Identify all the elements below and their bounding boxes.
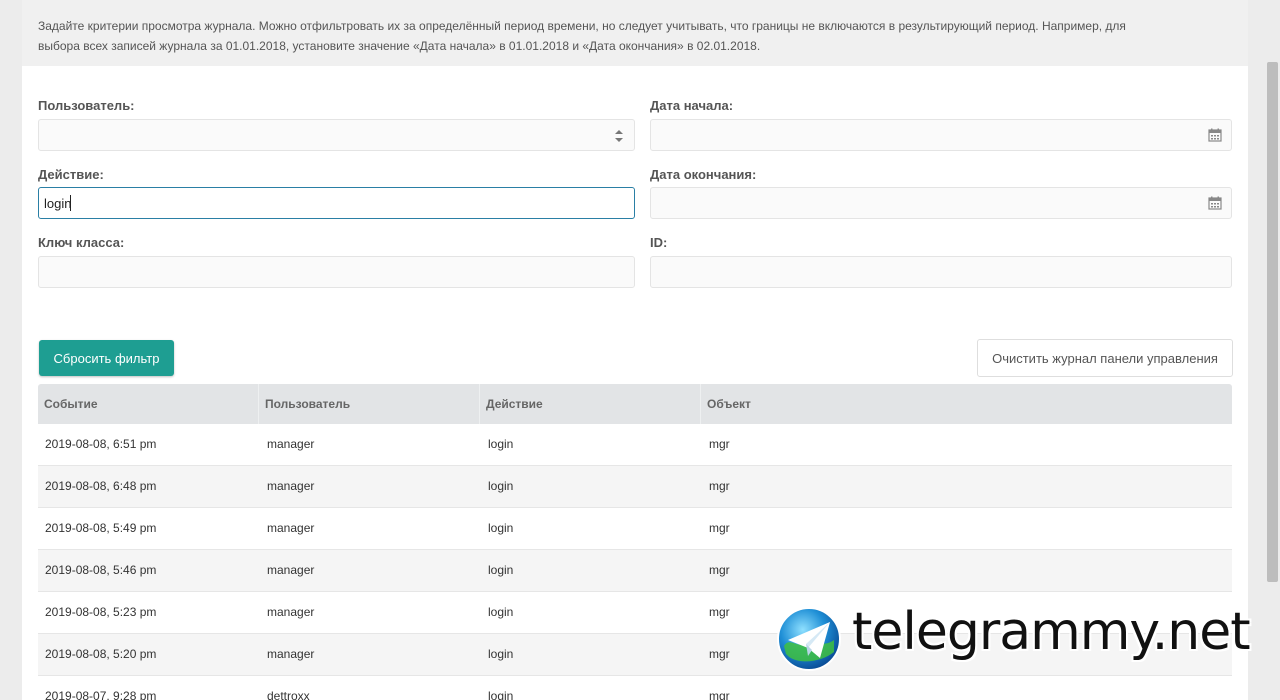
cell-object: mgr [709, 563, 730, 577]
table-row[interactable]: 2019-08-08, 5:49 pm manager login mgr [38, 508, 1232, 550]
action-input[interactable]: login [38, 187, 635, 219]
action-input-value: login [44, 196, 72, 211]
log-panel: Задайте критерии просмотра журнала. Можн… [22, 0, 1248, 700]
cell-user: manager [267, 437, 315, 451]
table-row[interactable]: 2019-08-08, 6:51 pm manager login mgr [38, 424, 1232, 466]
cell-event: 2019-08-08, 5:49 pm [45, 521, 157, 535]
cell-action: login [488, 479, 514, 493]
cell-event: 2019-08-07, 9:28 pm [45, 689, 157, 700]
id-input[interactable] [650, 256, 1232, 288]
cell-object: mgr [709, 479, 730, 493]
intro-line-2: выбора всех записей журнала за 01.01.201… [38, 39, 761, 53]
cell-user: manager [267, 479, 315, 493]
cell-action: login [488, 437, 514, 451]
page-scrollbar[interactable] [1264, 0, 1280, 700]
cell-event: 2019-08-08, 5:20 pm [45, 647, 157, 661]
cell-object: mgr [709, 689, 730, 700]
cell-user: dettroxx [267, 689, 310, 700]
cell-object: mgr [709, 521, 730, 535]
table-row[interactable]: 2019-08-08, 5:46 pm manager login mgr [38, 550, 1232, 592]
cell-action: login [488, 689, 514, 700]
class-key-input[interactable] [38, 256, 635, 288]
id-label: ID: [650, 235, 668, 250]
cell-action: login [488, 605, 514, 619]
watermark-text: telegrammy.net [852, 602, 1251, 662]
class-key-label: Ключ класса: [38, 235, 125, 250]
cell-action: login [488, 647, 514, 661]
table-row[interactable]: 2019-08-07, 9:28 pm dettroxx login mgr [38, 676, 1232, 700]
cell-action: login [488, 521, 514, 535]
user-label: Пользователь: [38, 98, 135, 113]
paper-plane-globe-icon [777, 607, 841, 671]
cell-event: 2019-08-08, 5:23 pm [45, 605, 157, 619]
cell-user: manager [267, 563, 315, 577]
cell-event: 2019-08-08, 6:51 pm [45, 437, 157, 451]
calendar-icon[interactable] [1208, 196, 1222, 210]
column-header-object[interactable]: Объект [701, 384, 1232, 424]
table-row[interactable]: 2019-08-08, 6:48 pm manager login mgr [38, 466, 1232, 508]
action-label: Действие: [38, 167, 104, 182]
column-header-event[interactable]: Событие [38, 384, 259, 424]
cell-object: mgr [709, 437, 730, 451]
scrollbar-thumb[interactable] [1267, 62, 1278, 582]
cell-user: manager [267, 647, 315, 661]
updown-arrows-icon [615, 130, 623, 142]
date-end-input[interactable] [650, 187, 1232, 219]
cell-event: 2019-08-08, 5:46 pm [45, 563, 157, 577]
text-cursor [70, 195, 71, 211]
cell-user: manager [267, 521, 315, 535]
intro-line-1: Задайте критерии просмотра журнала. Можн… [38, 19, 1126, 33]
date-end-label: Дата окончания: [650, 167, 757, 182]
column-header-user[interactable]: Пользователь [259, 384, 480, 424]
clear-log-button[interactable]: Очистить журнал панели управления [977, 339, 1233, 377]
reset-filter-button[interactable]: Сбросить фильтр [39, 340, 174, 376]
calendar-icon[interactable] [1208, 128, 1222, 142]
cell-event: 2019-08-08, 6:48 pm [45, 479, 157, 493]
date-start-label: Дата начала: [650, 98, 734, 113]
intro-text: Задайте критерии просмотра журнала. Можн… [22, 0, 1248, 66]
watermark: telegrammy.net [776, 602, 1266, 674]
user-select[interactable] [38, 119, 635, 151]
cell-action: login [488, 563, 514, 577]
column-header-action[interactable]: Действие [480, 384, 701, 424]
date-start-input[interactable] [650, 119, 1232, 151]
table-header: Событие Пользователь Действие Объект [38, 384, 1232, 424]
cell-user: manager [267, 605, 315, 619]
